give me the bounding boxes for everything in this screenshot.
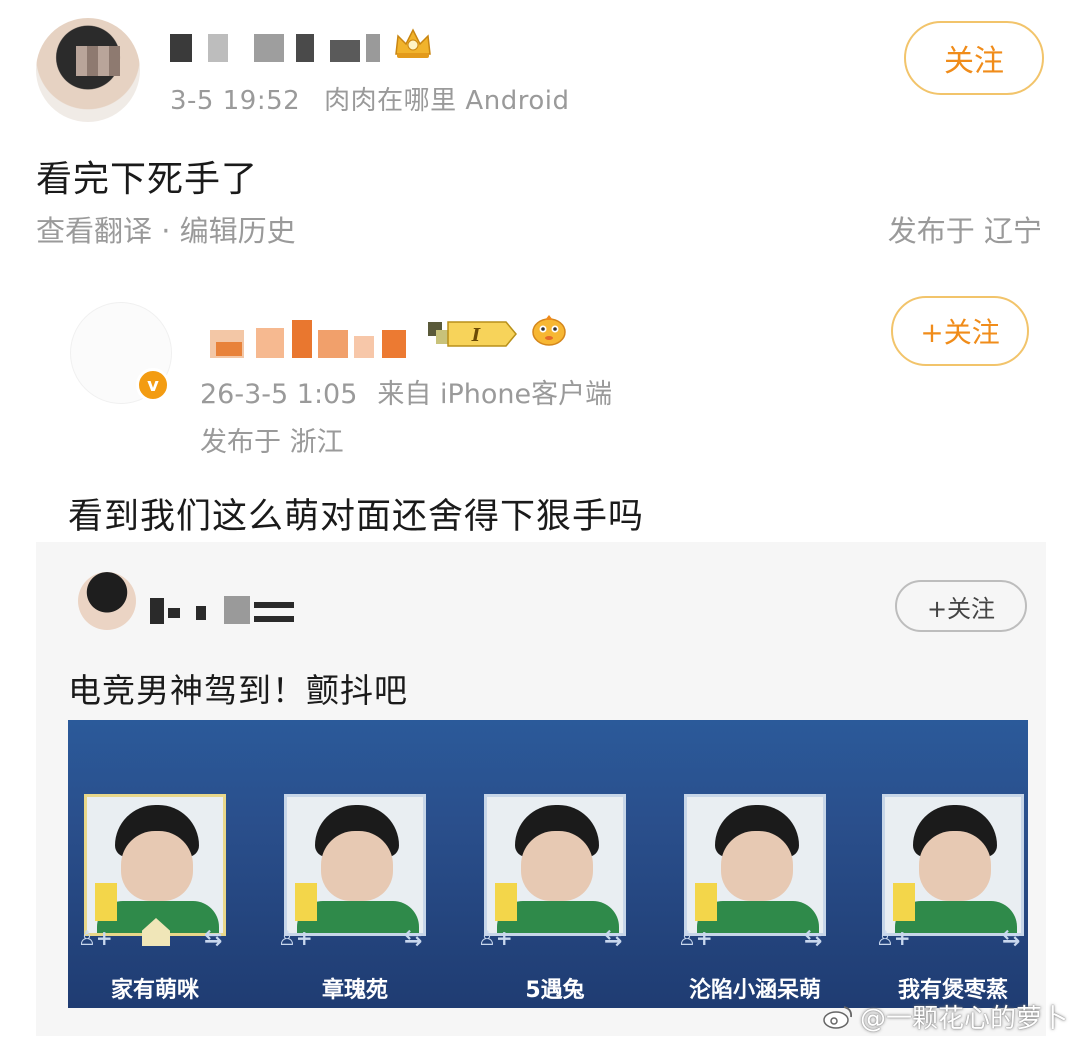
player-slot[interactable]: ♙+ ⇆ 家有萌咪 [78, 794, 226, 1003]
weibo-icon [823, 1005, 852, 1029]
level-badge-text: I [471, 325, 481, 346]
player-portrait [684, 794, 826, 936]
main-post-source[interactable]: 肉肉在哪里 Android [324, 86, 569, 116]
main-post-meta: 3-5 19:52 肉肉在哪里 Android [170, 80, 593, 117]
player-slot[interactable]: ♙+ ⇆ 章瑰苑 [278, 794, 426, 1003]
main-author-name-blurred[interactable] [170, 26, 390, 66]
card-follow-button[interactable]: +关注 [895, 580, 1027, 632]
watermark-text: @一颗花心的萝卜 [859, 1004, 1068, 1034]
quote-post-meta: 26-3-5 1:05 来自 iPhone客户端 [200, 372, 632, 411]
card-author-avatar[interactable] [78, 572, 136, 630]
level-badge-icon: I [428, 321, 517, 347]
player-name: 章瑰苑 [321, 978, 388, 1003]
swap-icon[interactable]: ⇆ [804, 926, 834, 951]
quote-author-name-blurred[interactable] [206, 316, 416, 362]
add-friend-icon[interactable]: ♙+ [478, 926, 513, 950]
player-portrait [84, 794, 226, 936]
player-portrait [284, 794, 426, 936]
avatar-mosaic [76, 46, 120, 76]
player-name: 沦陷小涵呆萌 [688, 978, 821, 1003]
player-portrait [882, 794, 1024, 936]
crown-icon [395, 28, 431, 58]
player-name: 家有萌咪 [110, 978, 199, 1003]
quote-post-text: 看到我们这么萌对面还舍得下狠手吗 [68, 497, 645, 537]
player-name: 5遇兔 [525, 978, 585, 1003]
follow-button[interactable]: 关注 [904, 21, 1044, 95]
vip-badge-icon: v [136, 368, 170, 402]
card-author-name-blurred[interactable] [150, 592, 300, 626]
add-friend-icon[interactable]: ♙+ [678, 926, 713, 950]
quote-post-source[interactable]: 来自 iPhone客户端 [377, 379, 612, 410]
game-team-screenshot[interactable]: ♙+ ⇆ 家有萌咪 ♙+ ⇆ 章瑰苑 ♙+ ⇆ 5遇兔 ♙+ ⇆ 沦陷小涵呆萌 … [68, 720, 1028, 1008]
translate-edit-history-links[interactable]: 查看翻译 · 编辑历史 [36, 208, 296, 250]
add-friend-icon[interactable]: ♙+ [78, 926, 113, 950]
add-friend-icon[interactable]: ♙+ [876, 926, 911, 950]
player-slot[interactable]: ♙+ ⇆ 沦陷小涵呆萌 [678, 794, 826, 1003]
weibo-watermark: @一颗花心的萝卜 [822, 998, 1068, 1035]
player-portrait [484, 794, 626, 936]
swap-icon[interactable]: ⇆ [404, 926, 434, 951]
main-post-location: 发布于 辽宁 [887, 214, 1042, 248]
player-slot[interactable]: ♙+ ⇆ 5遇兔 [478, 794, 626, 1003]
add-friend-icon[interactable]: ♙+ [278, 926, 313, 950]
quote-post-time: 26-3-5 1:05 [200, 379, 358, 410]
main-post-text: 看完下死手了 [36, 159, 259, 200]
card-post-text: 电竞男神驾到！颤抖吧 [68, 671, 408, 710]
swap-icon[interactable]: ⇆ [604, 926, 634, 951]
quote-post-location: 发布于 浙江 [200, 427, 344, 458]
swap-icon[interactable]: ⇆ [204, 926, 234, 951]
swap-icon[interactable]: ⇆ [1002, 926, 1028, 951]
player-slot[interactable]: ♙+ ⇆ 我有煲枣蒸 [876, 794, 1024, 1003]
fish-icon [532, 315, 566, 346]
quote-follow-button[interactable]: +关注 [891, 296, 1029, 366]
main-author-avatar[interactable] [36, 18, 140, 122]
main-post-time: 3-5 19:52 [170, 86, 301, 116]
